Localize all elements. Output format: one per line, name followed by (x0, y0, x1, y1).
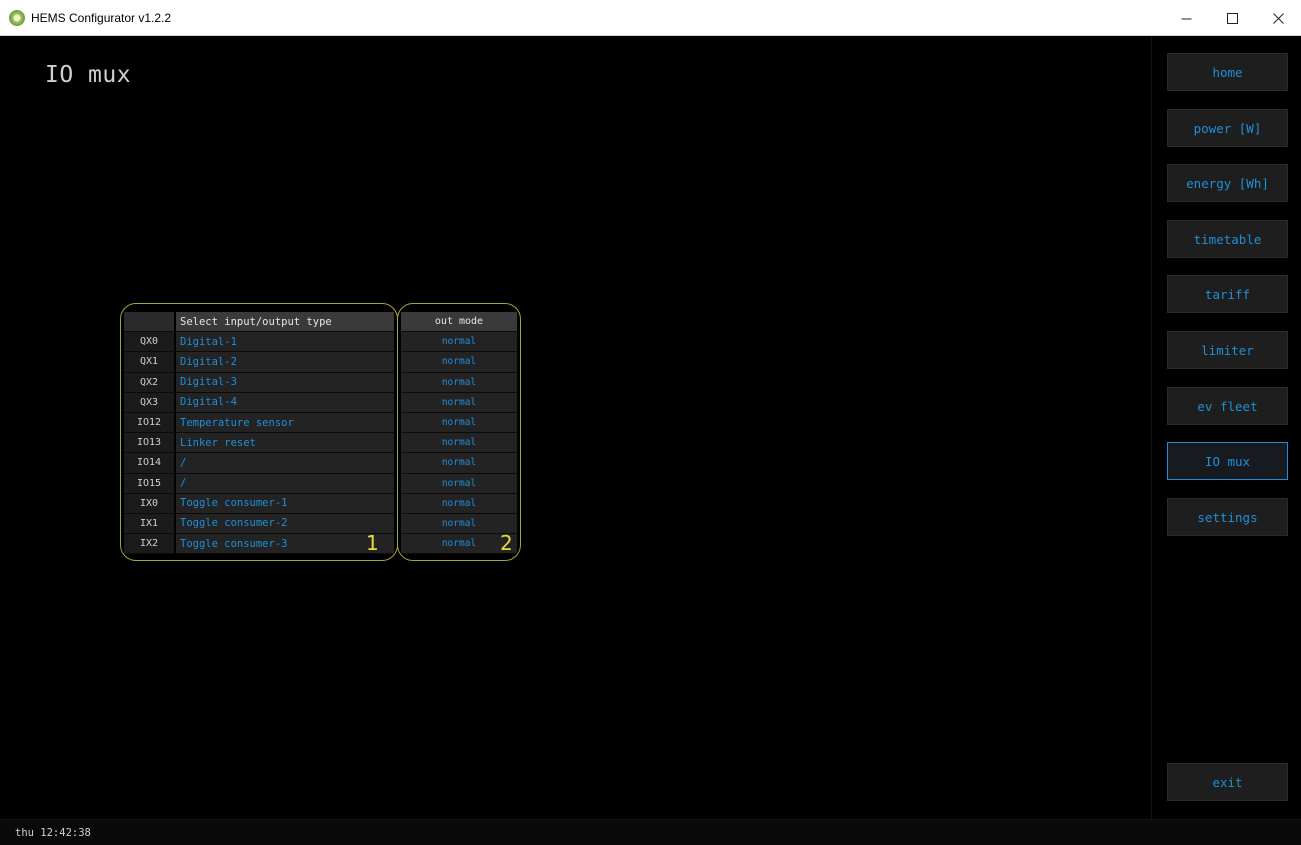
io-id-cell: IO15 (124, 473, 176, 493)
mode-table-row: normal (401, 453, 517, 474)
io-id-cell: QX1 (124, 352, 176, 372)
io-id-cell: QX3 (124, 392, 176, 412)
window-title: HEMS Configurator v1.2.2 (31, 10, 172, 25)
sidebar-nav: home power [W] energy [Wh] timetable tar… (1151, 37, 1301, 819)
io-type-select[interactable]: Temperature sensor (176, 412, 394, 433)
maximize-button[interactable] (1209, 0, 1255, 36)
close-icon (1272, 12, 1284, 24)
mode-table-row: normal (401, 352, 517, 373)
out-mode-select[interactable]: normal (401, 392, 517, 412)
io-id-cell: IX0 (124, 493, 176, 513)
io-type-select[interactable]: Toggle consumer-1 (176, 493, 394, 513)
io-id-cell: IO13 (124, 433, 176, 453)
nav-home-button[interactable]: home (1167, 53, 1288, 91)
minimize-icon (1181, 18, 1191, 19)
page-title: IO mux (45, 62, 132, 88)
mode-table-row: normal (401, 493, 517, 514)
mode-table-row: normal (401, 412, 517, 434)
out-mode-select[interactable]: normal (401, 453, 517, 473)
out-mode-select[interactable]: normal (401, 473, 517, 493)
out-mode-select[interactable]: normal (401, 493, 517, 513)
nav-tariff-button[interactable]: tariff (1167, 275, 1288, 313)
mode-table-row: normal (401, 392, 517, 413)
io-table-row: QX3 Digital-4 (124, 392, 394, 413)
io-type-select[interactable]: Toggle consumer-3 (176, 534, 394, 554)
status-time: thu 12:42:38 (15, 826, 91, 839)
io-type-select[interactable]: Digital-1 (176, 332, 394, 352)
maximize-icon (1226, 12, 1238, 24)
io-type-select[interactable]: / (176, 473, 394, 493)
out-mode-select[interactable]: normal (401, 352, 517, 372)
app-icon (9, 9, 25, 26)
io-type-select[interactable]: Digital-3 (176, 372, 394, 392)
exit-button[interactable]: exit (1167, 763, 1288, 801)
out-mode-table: out mode normal normal normal normal normal n… (397, 303, 521, 561)
io-type-select[interactable]: Toggle consumer-2 (176, 513, 394, 534)
io-id-cell: IX1 (124, 513, 176, 534)
io-table-row: IO12 Temperature sensor (124, 412, 394, 434)
out-mode-header: out mode (401, 312, 517, 332)
mode-table-header: out mode (401, 312, 517, 333)
io-table-row: IO14/ (124, 453, 394, 474)
io-type-select[interactable]: Linker reset (176, 433, 394, 453)
io-id-header (124, 312, 176, 332)
minimize-button[interactable] (1163, 0, 1209, 36)
io-type-header: Select input/output type (176, 312, 394, 332)
io-type-select[interactable]: / (176, 453, 394, 473)
mode-table-row: normal (401, 332, 517, 353)
marker-1: 1 (366, 531, 379, 555)
mode-table-row: normal (401, 372, 517, 393)
nav-limiter-button[interactable]: limiter (1167, 331, 1288, 369)
nav-timetable-button[interactable]: timetable (1167, 220, 1288, 258)
nav-io-mux-button[interactable]: IO mux (1167, 442, 1288, 480)
out-mode-select[interactable]: normal (401, 412, 517, 433)
io-table-row: QX1 Digital-2 (124, 352, 394, 373)
io-table-row: IO15/ (124, 473, 394, 494)
io-table-row: IX0 Toggle consumer-1 (124, 493, 394, 514)
io-type-select[interactable]: Digital-2 (176, 352, 394, 372)
io-table-row: IO13 Linker reset (124, 433, 394, 454)
io-id-cell: QX2 (124, 372, 176, 392)
io-id-cell: QX0 (124, 332, 176, 352)
io-type-select[interactable]: Digital-4 (176, 392, 394, 412)
nav-ev-fleet-button[interactable]: ev fleet (1167, 387, 1288, 425)
io-type-table: Select input/output type QX0 Digital-1 QX1… (120, 303, 398, 561)
io-table-row: QX2 Digital-3 (124, 372, 394, 393)
out-mode-select[interactable]: normal (401, 372, 517, 392)
mode-table-row: normal (401, 473, 517, 494)
nav-power-button[interactable]: power [W] (1167, 109, 1288, 147)
io-id-cell: IO12 (124, 412, 176, 433)
marker-2: 2 (500, 531, 513, 555)
io-table-row: IX1 Toggle consumer-2 (124, 513, 394, 535)
title-bar: HEMS Configurator v1.2.2 (0, 0, 1301, 36)
io-table-row: IX2 Toggle consumer-3 (124, 534, 394, 555)
io-table-header: Select input/output type (124, 312, 394, 333)
out-mode-select[interactable]: normal (401, 332, 517, 352)
status-bar: thu 12:42:38 (0, 819, 1301, 845)
mode-table-row: normal (401, 433, 517, 454)
close-button[interactable] (1255, 0, 1301, 36)
io-id-cell: IO14 (124, 453, 176, 473)
window-controls (1163, 0, 1301, 36)
io-table-row: QX0 Digital-1 (124, 332, 394, 353)
io-id-cell: IX2 (124, 534, 176, 554)
nav-settings-button[interactable]: settings (1167, 498, 1288, 536)
out-mode-select[interactable]: normal (401, 433, 517, 453)
nav-energy-button[interactable]: energy [Wh] (1167, 164, 1288, 202)
